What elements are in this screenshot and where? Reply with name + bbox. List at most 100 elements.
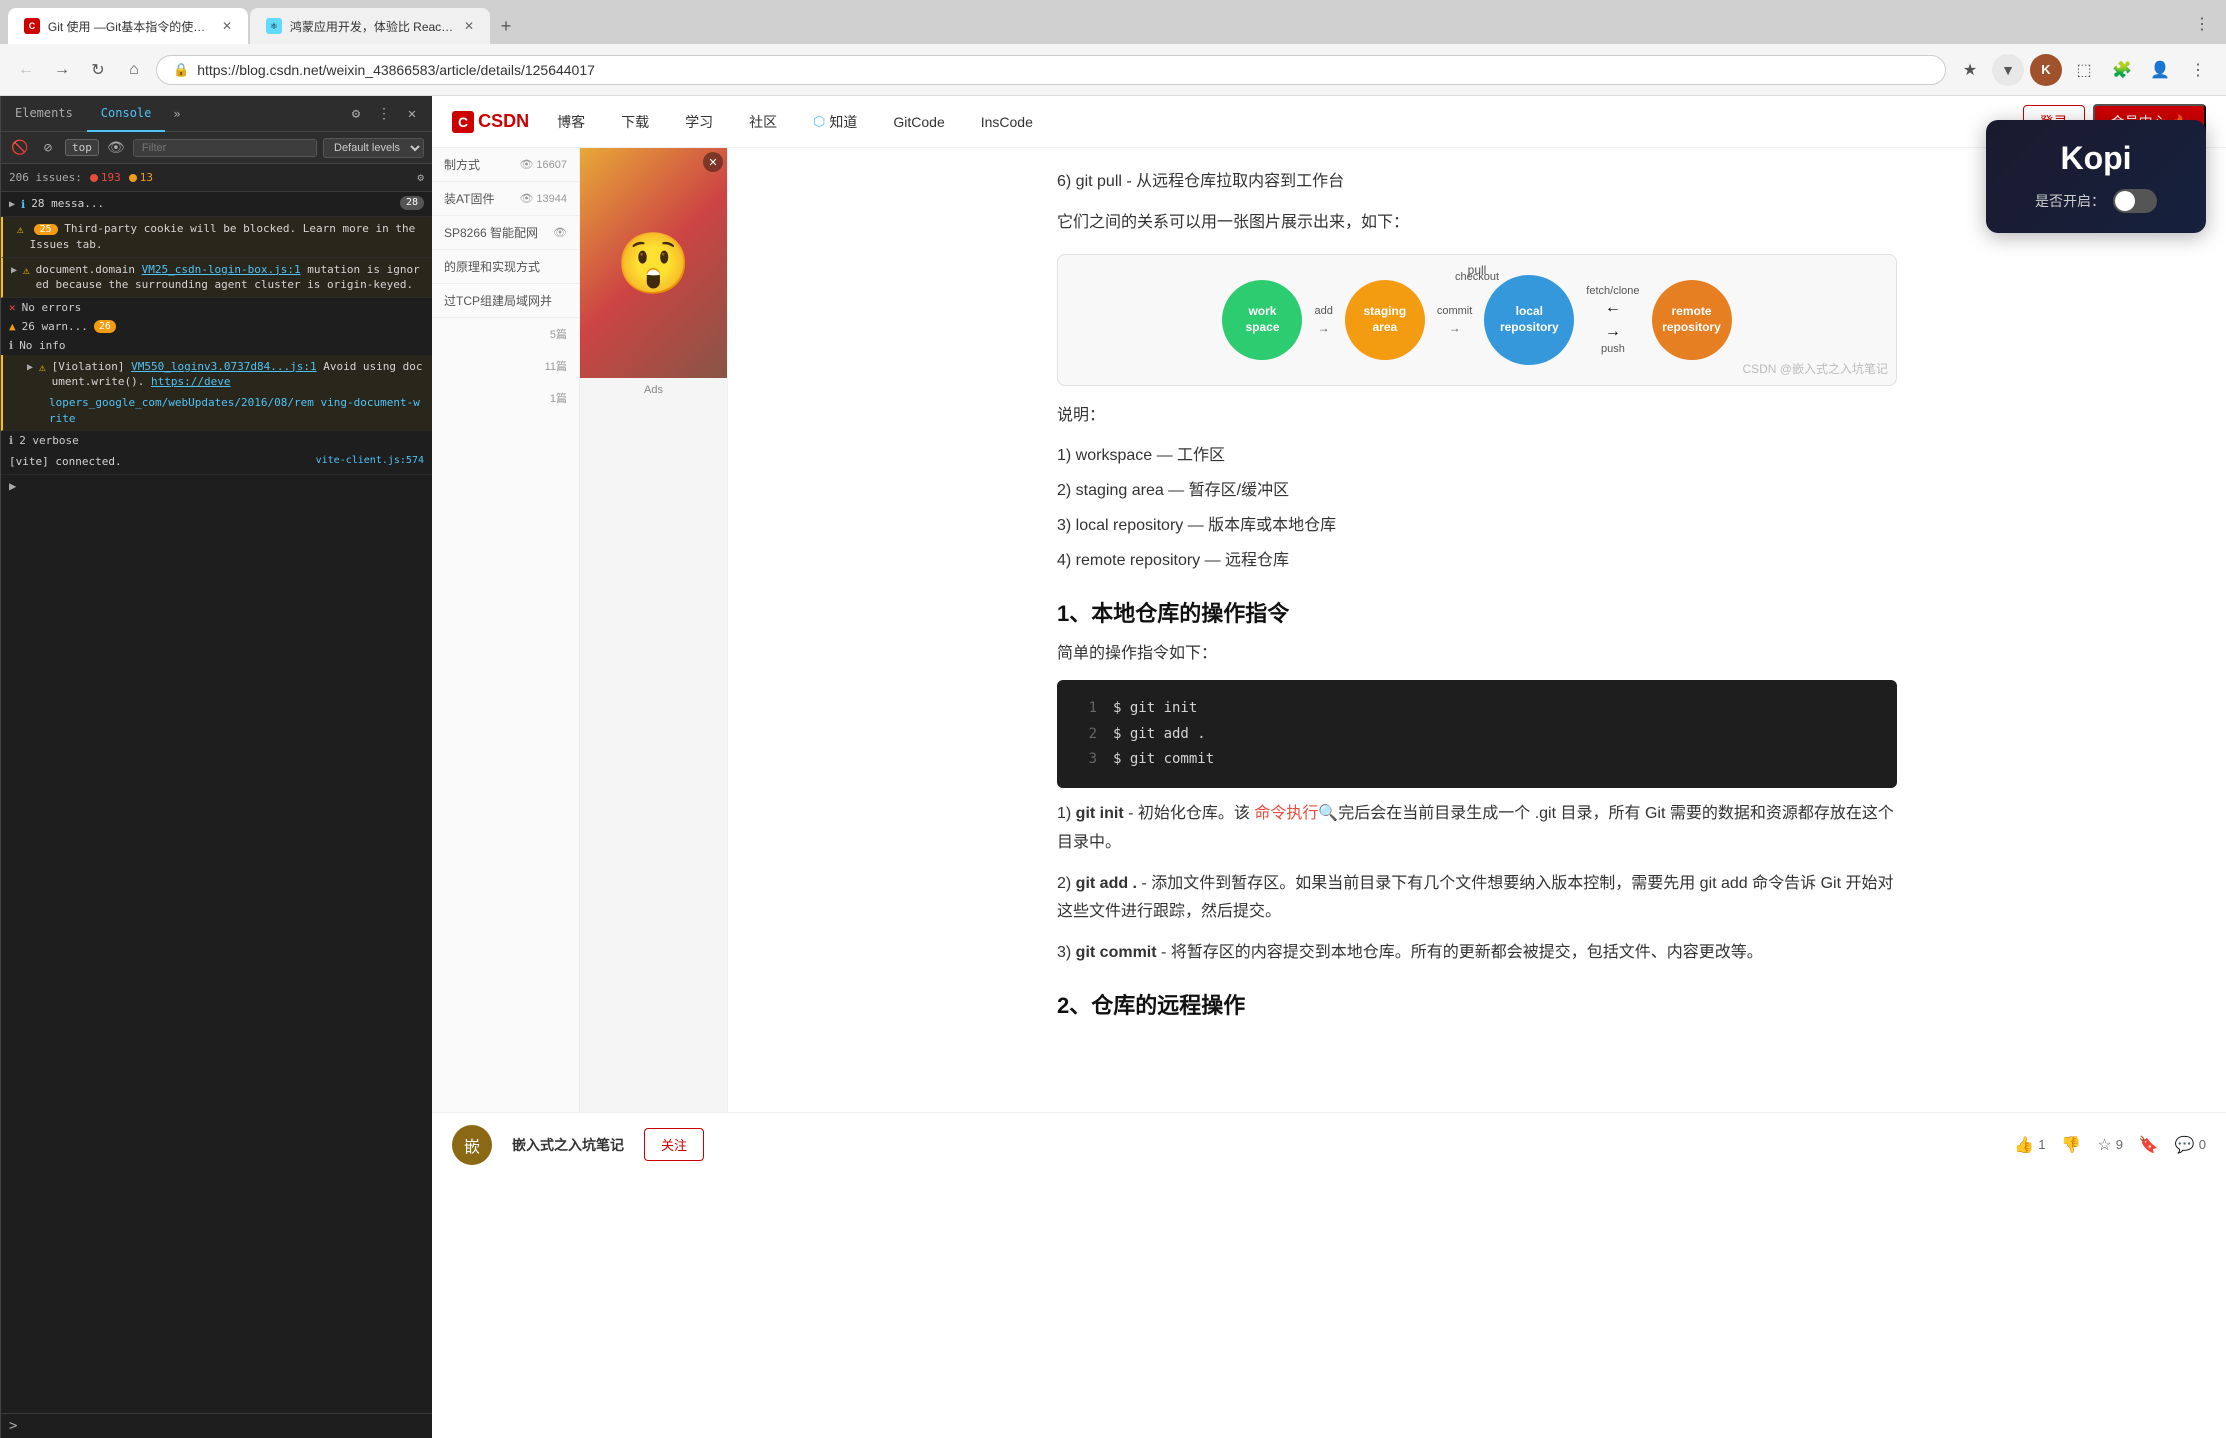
devtools-settings-icon[interactable]: ⚙ [344, 102, 368, 126]
eye-icon[interactable]: 👁 [105, 137, 127, 159]
address-bar[interactable]: 🔒 https://blog.csdn.net/weixin_43866583/… [156, 55, 1946, 85]
author-name[interactable]: 嵌入式之入坑笔记 [512, 1135, 624, 1155]
sidebar-item-5[interactable]: 过TCP组建局域网并 [432, 284, 579, 318]
local-repo-node: localrepository [1484, 275, 1574, 365]
ad-label: Ads [580, 378, 727, 402]
violation-link-text[interactable]: lopers_google_com/webUpdates/2016/08/rem… [27, 395, 424, 426]
log-level-select[interactable]: Default levels [323, 138, 424, 158]
google-link[interactable]: https://deve [151, 375, 230, 388]
vite-text: [vite] connected. [9, 454, 310, 469]
devtools-close-icon[interactable]: ✕ [400, 102, 424, 126]
devtools-more-tabs[interactable]: » [165, 107, 188, 121]
thumbs-down-icon[interactable]: 👎 [2061, 1135, 2081, 1155]
user-profile-icon[interactable]: 👤 [2144, 54, 2176, 86]
sidebar-item-3[interactable]: SP8266 智能配网 👁 [432, 216, 579, 250]
context-selector[interactable]: top [65, 139, 99, 156]
source-link[interactable]: VM25_csdn-login-box.js:1 [142, 263, 301, 276]
sidebar-item-errors[interactable]: ✕ No errors [1, 298, 432, 317]
nav-zhidao[interactable]: ⬡ 知道 [805, 108, 865, 136]
section1-title: 1、本地仓库的操作指令 [1057, 596, 1897, 628]
sidebar-item-verbose[interactable]: ℹ 2 verbose [1, 431, 432, 450]
like-group[interactable]: 👍 1 [2014, 1135, 2045, 1155]
tab-git[interactable]: C Git 使用 —Git基本指令的使用... ✕ [8, 8, 248, 44]
reload-button[interactable]: ↻ [84, 56, 112, 84]
nav-inscode[interactable]: InsCode [973, 110, 1041, 134]
kopi-toggle[interactable] [2113, 189, 2157, 213]
console-msg-cookie-warning[interactable]: ⚠ 25 Third-party cookie will be blocked.… [1, 217, 432, 257]
devtools-tab-elements[interactable]: Elements [1, 96, 87, 132]
no-info-label: No info [19, 339, 65, 352]
forward-button[interactable]: → [48, 56, 76, 84]
prompt-symbol: > [9, 1418, 17, 1434]
add-arrow: add → [1314, 305, 1332, 335]
article-count-2: 11篇 [432, 350, 579, 382]
nav-download[interactable]: 下载 [613, 108, 657, 136]
csdn-logo-text: CSDN [478, 111, 529, 132]
issues-settings-icon[interactable]: ⚙ [417, 171, 424, 184]
vm550-link[interactable]: VM550_loginv3.0737d84...js:1 [131, 360, 316, 373]
console-msg-violation[interactable]: ▶ ⚠ [Violation] VM550_loginv3.0737d84...… [1, 355, 432, 432]
kopi-widget: Kopi 是否开启： [1986, 120, 2206, 233]
vite-source[interactable]: vite-client.js:574 [316, 454, 424, 468]
home-button[interactable]: ⌂ [120, 56, 148, 84]
nav-community[interactable]: 社区 [741, 108, 785, 136]
new-tab-button[interactable]: + [492, 12, 520, 40]
tab-react[interactable]: ⚛ 鸿蒙应用开发，体验比 React ... ✕ [250, 8, 490, 44]
ad-close-btn[interactable]: ✕ [703, 152, 723, 172]
bookmark-group[interactable]: 🔖 [2139, 1135, 2159, 1155]
dislike-group[interactable]: 👎 [2061, 1135, 2081, 1155]
sidebar-item-warnings[interactable]: ▲ 26 warn... 26 [1, 317, 432, 336]
comment-group[interactable]: 💬 0 [2175, 1135, 2206, 1155]
console-msg-vite[interactable]: [vite] connected. vite-client.js:574 [1, 450, 432, 474]
devtools-more-icon[interactable]: ⋮ [372, 102, 396, 126]
extensions-icon[interactable]: 🧩 [2106, 54, 2138, 86]
sidebar-item-2[interactable]: 装AT固件 👁 13944 [432, 182, 579, 216]
webpage: C CSDN 博客 下载 学习 社区 ⬡ 知道 GitCode InsCode … [432, 96, 2226, 1438]
expand-more-icon[interactable]: ▶ [1, 475, 432, 497]
expand-icon: ▶ [9, 198, 15, 212]
console-msg-28-group[interactable]: ▶ ℹ 28 messa... 28 [1, 192, 432, 217]
console-clear-icon[interactable]: 🚫 [9, 137, 31, 159]
sidebar-item-info[interactable]: ℹ No info [1, 336, 432, 355]
console-messages[interactable]: ▶ ℹ 28 messa... 28 ⚠ 25 Third-party cook… [1, 192, 432, 1413]
ad-close-icon[interactable]: ✕ [703, 152, 723, 172]
comment-count: 0 [2199, 1137, 2206, 1152]
msg-text: 25 Third-party cookie will be blocked. L… [30, 221, 424, 252]
tab-search-button[interactable]: ⋮ [2186, 8, 2218, 40]
issues-total: 206 issues: [9, 171, 82, 184]
lock-icon: 🔒 [173, 62, 189, 78]
tab-react-close[interactable]: ✕ [464, 19, 474, 33]
bookmark-icon[interactable]: 🔖 [2139, 1135, 2159, 1155]
tab-git-label: Git 使用 —Git基本指令的使用... [48, 18, 214, 35]
warning-icon: ⚠ [23, 263, 30, 278]
devtools-tab-console[interactable]: Console [87, 96, 166, 132]
kopi-toggle-thumb [2115, 191, 2135, 211]
console-filter-icon[interactable]: ⊘ [37, 137, 59, 159]
menu-icon[interactable]: ⋮ [2182, 54, 2214, 86]
follow-button[interactable]: 关注 [644, 1128, 704, 1161]
console-filter-input[interactable] [133, 139, 317, 157]
star-icon[interactable]: ☆ [2097, 1135, 2111, 1155]
profile-icon[interactable]: ▼ [1992, 54, 2024, 86]
csdn-logo-icon: C [452, 111, 474, 133]
nav-gitcode[interactable]: GitCode [885, 110, 952, 134]
nav-learn[interactable]: 学习 [677, 108, 721, 136]
bookmark-star-icon[interactable]: ★ [1954, 54, 1986, 86]
thumbs-up-icon[interactable]: 👍 [2014, 1135, 2034, 1155]
nav-blog[interactable]: 博客 [549, 108, 593, 136]
star-group[interactable]: ☆ 9 [2097, 1135, 2123, 1155]
cast-icon[interactable]: ⬚ [2068, 54, 2100, 86]
tab-git-close[interactable]: ✕ [222, 19, 232, 33]
sidebar-item-4[interactable]: 的原理和实现方式 [432, 250, 579, 284]
git-init-desc: 1) git init - 初始化仓库。该 命令执行🔍完后会在当前目录生成一个 … [1057, 800, 1897, 858]
checkout-arrow: checkout [1455, 271, 1499, 283]
console-msg-domain-warning[interactable]: ▶ ⚠ document.domain VM25_csdn-login-box.… [1, 258, 432, 298]
sidebar-item-1[interactable]: 制方式 👁 16607 [432, 148, 579, 182]
console-prompt-input[interactable] [23, 1419, 424, 1433]
user-avatar[interactable]: K [2030, 54, 2062, 86]
line-num-1: 1 [1077, 696, 1097, 721]
comment-icon[interactable]: 💬 [2175, 1135, 2195, 1155]
back-button[interactable]: ← [12, 56, 40, 84]
line-code-3: $ git commit [1113, 747, 1214, 772]
relation-text: 它们之间的关系可以用一张图片展示出来，如下： [1057, 209, 1897, 238]
